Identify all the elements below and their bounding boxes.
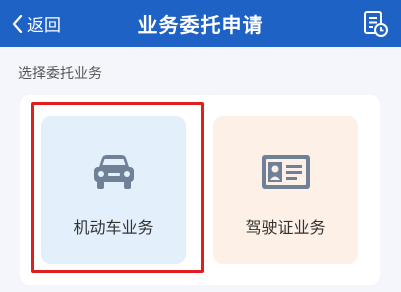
section-label: 选择委托业务 bbox=[18, 66, 102, 82]
header-bar: 返回 业务委托申请 bbox=[0, 0, 401, 47]
document-clock-icon bbox=[361, 11, 389, 42]
back-label: 返回 bbox=[27, 16, 61, 36]
id-card-icon bbox=[260, 152, 312, 196]
chevron-left-icon bbox=[12, 14, 23, 33]
license-business-label: 驾驶证业务 bbox=[245, 218, 326, 237]
vehicle-business-label: 机动车业务 bbox=[73, 218, 154, 237]
back-button[interactable]: 返回 bbox=[12, 10, 61, 37]
vehicle-business-card[interactable]: 机动车业务 bbox=[41, 116, 186, 264]
license-business-card[interactable]: 驾驶证业务 bbox=[213, 116, 358, 264]
records-button[interactable] bbox=[361, 10, 389, 38]
car-icon bbox=[90, 152, 138, 196]
